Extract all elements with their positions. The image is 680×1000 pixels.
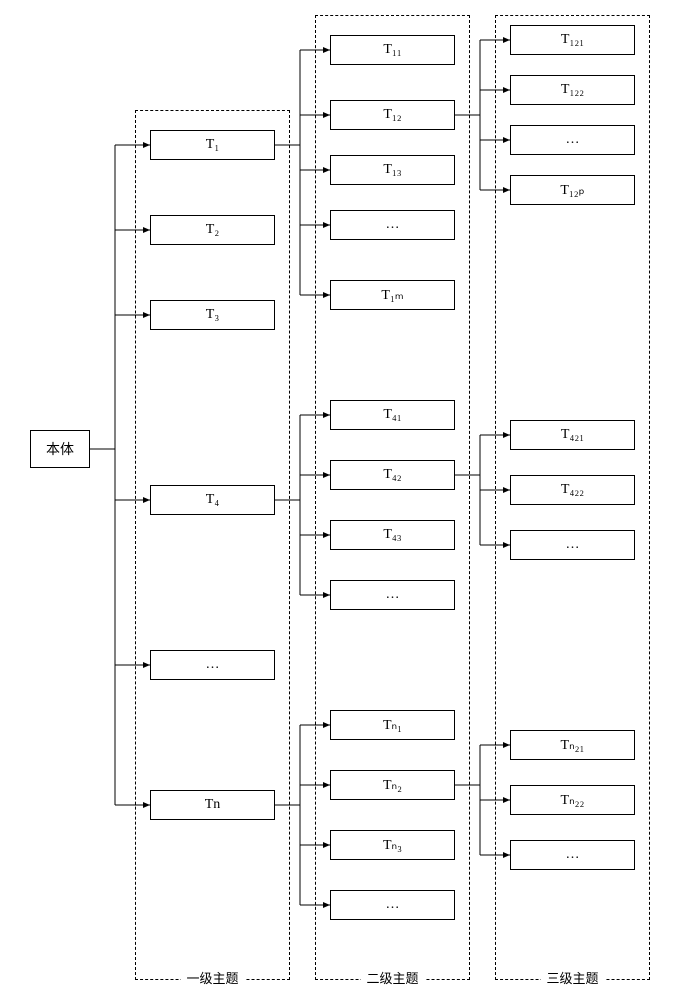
- root-node: 本体: [30, 430, 90, 468]
- l3-t12p: T₁₂ₚ: [510, 175, 635, 205]
- l3-tn2-ellipsis: …: [510, 840, 635, 870]
- l2-t1m: T₁ₘ: [330, 280, 455, 310]
- l1-ellipsis: …: [150, 650, 275, 680]
- l2-t41: T₄₁: [330, 400, 455, 430]
- l2-tn-ellipsis: …: [330, 890, 455, 920]
- l3-tn22: Tₙ₂₂: [510, 785, 635, 815]
- l2-tn3: Tₙ₃: [330, 830, 455, 860]
- l2-t4-ellipsis: …: [330, 580, 455, 610]
- l2-t42: T₄₂: [330, 460, 455, 490]
- l3-t421: T₄₂₁: [510, 420, 635, 450]
- l2-t12: T₁₂: [330, 100, 455, 130]
- l1-t4: T₄: [150, 485, 275, 515]
- l3-tn21: Tₙ₂₁: [510, 730, 635, 760]
- l2-t43: T₄₃: [330, 520, 455, 550]
- l1-t1: T₁: [150, 130, 275, 160]
- l3-t422: T₄₂₂: [510, 475, 635, 505]
- level1-caption: 一级主题: [180, 968, 244, 987]
- diagram-canvas: 一级主题 二级主题 三级主题 本体 T₁ T₂ T₃ T₄ … Tn T₁₁ T…: [0, 0, 680, 1000]
- l3-t122: T₁₂₂: [510, 75, 635, 105]
- l1-t3: T₃: [150, 300, 275, 330]
- l3-t121: T₁₂₁: [510, 25, 635, 55]
- level2-caption: 二级主题: [360, 968, 424, 987]
- l2-tn2: Tₙ₂: [330, 770, 455, 800]
- l1-t2: T₂: [150, 215, 275, 245]
- level3-caption: 三级主题: [540, 968, 604, 987]
- l2-tn1: Tₙ₁: [330, 710, 455, 740]
- l2-t1-ellipsis: …: [330, 210, 455, 240]
- l3-t42-ellipsis: …: [510, 530, 635, 560]
- l2-t13: T₁₃: [330, 155, 455, 185]
- l3-t12-ellipsis: …: [510, 125, 635, 155]
- l1-tn: Tn: [150, 790, 275, 820]
- l2-t11: T₁₁: [330, 35, 455, 65]
